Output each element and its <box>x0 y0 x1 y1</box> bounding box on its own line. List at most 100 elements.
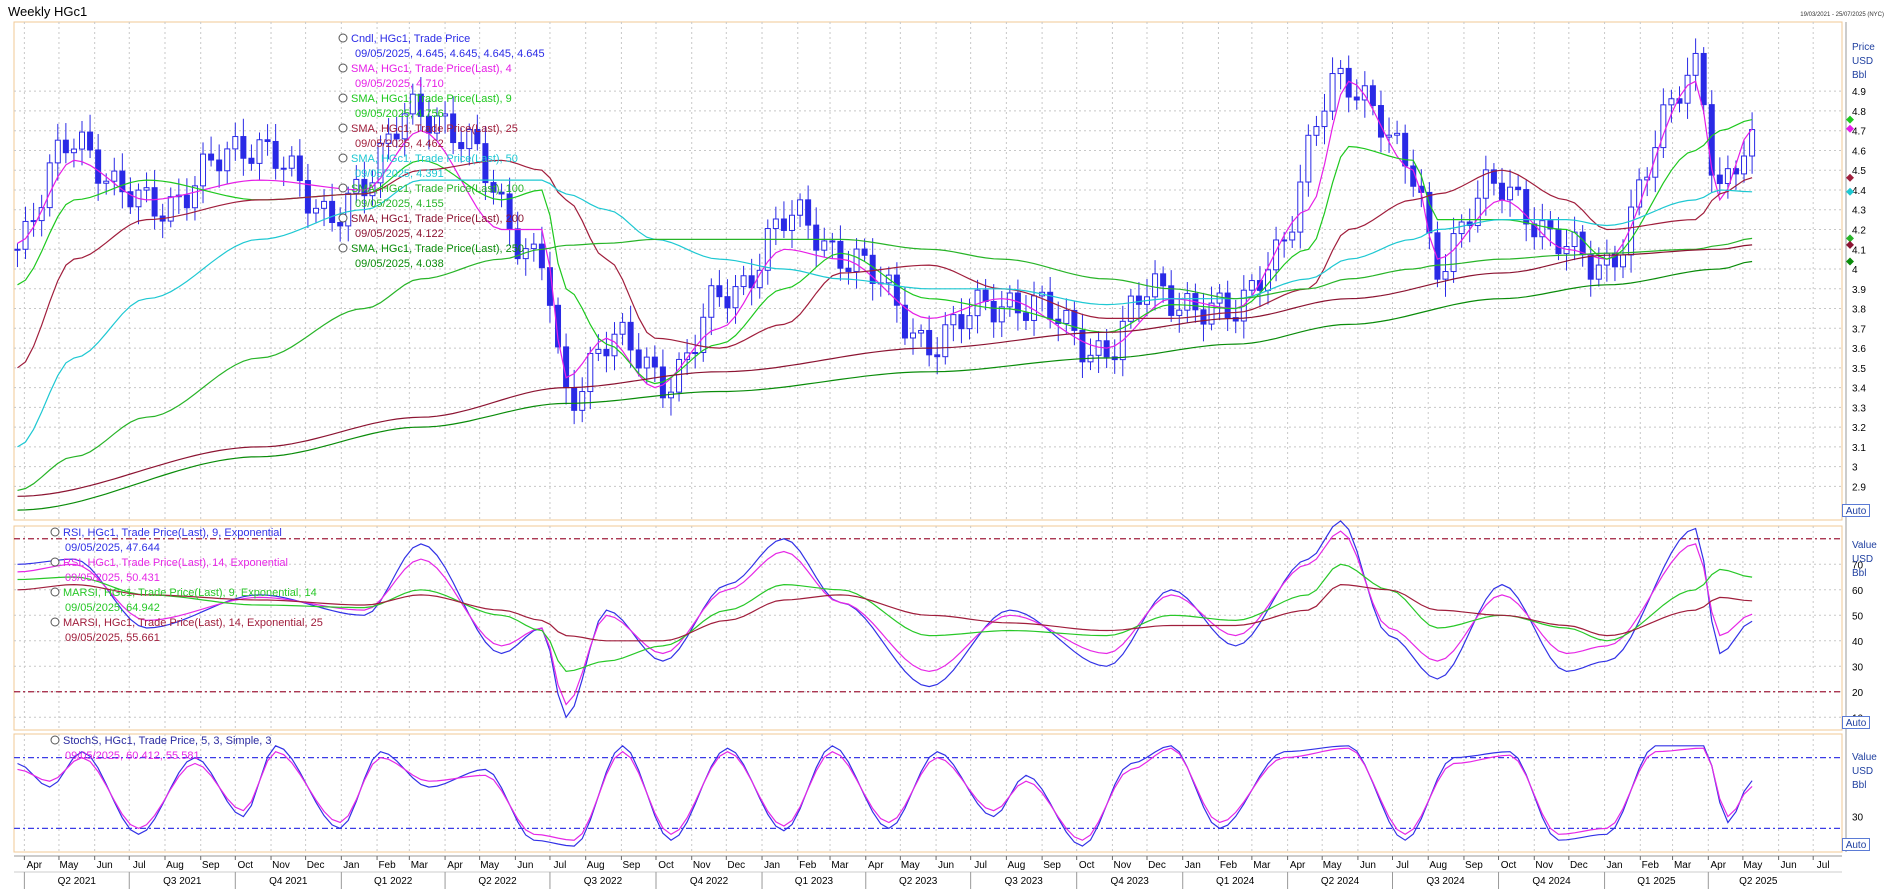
candle-body <box>329 200 336 224</box>
month-label: Mar <box>411 860 429 871</box>
month-label: Jun <box>1781 860 1797 871</box>
month-label: Jun <box>517 860 533 871</box>
month-label: Nov <box>1535 860 1553 871</box>
quarter-label: Q2 2024 <box>1321 876 1360 887</box>
candle-body <box>70 148 77 154</box>
price-tick-label: 3 <box>1852 463 1858 474</box>
price-tick-label: 4.7 <box>1852 127 1866 138</box>
candle-body <box>103 180 110 184</box>
price-tick-label: 4.6 <box>1852 146 1866 157</box>
quarter-label: Q4 2023 <box>1111 876 1150 887</box>
price-legend-label: SMA, HGc1, Trade Price(Last), 100 <box>351 183 524 195</box>
price-legend-value: 09/05/2025, 4.391 <box>355 168 444 180</box>
candle-body <box>1507 186 1514 201</box>
candle-body <box>1337 67 1344 75</box>
candle-body <box>1353 96 1360 101</box>
candle-body <box>1394 132 1401 136</box>
candle-body <box>1684 74 1691 104</box>
quarter-label: Q2 2023 <box>899 876 938 887</box>
candle-body <box>1515 186 1522 191</box>
candle-body <box>216 159 223 172</box>
candle-body <box>1579 231 1586 256</box>
candle-body <box>1692 52 1699 76</box>
candle-body <box>151 187 158 217</box>
month-label: Apr <box>27 860 43 871</box>
month-label: Jul <box>974 860 987 871</box>
candle-body <box>1587 254 1594 280</box>
rsi-auto-button[interactable]: Auto <box>1842 716 1870 729</box>
candle-body <box>1668 98 1675 106</box>
candle-body <box>788 214 795 231</box>
candle-body <box>635 349 642 369</box>
month-label: May <box>1323 860 1342 871</box>
candle-body <box>1458 221 1465 235</box>
stoch-legend-label: StochS, HGc1, Trade Price, 5, 3, Simple,… <box>63 735 271 747</box>
chart-window: Weekly HGc1 19/03/2021 - 25/07/2025 (NYC… <box>0 0 1898 889</box>
candle-body <box>1595 264 1602 280</box>
rsi-legend-value: 09/05/2025, 50.431 <box>65 572 160 584</box>
candle-body <box>1079 329 1086 363</box>
candle-body <box>643 356 650 369</box>
month-label: Aug <box>166 860 184 871</box>
candle-body <box>79 131 86 150</box>
candle-body <box>813 224 820 251</box>
price-tick-label: 4 <box>1852 265 1858 276</box>
stoch-auto-button[interactable]: Auto <box>1842 838 1870 851</box>
candle-body <box>1498 182 1505 201</box>
candle-body <box>595 348 602 354</box>
month-label: Aug <box>587 860 605 871</box>
candle-body <box>958 314 965 330</box>
candle-body <box>579 391 586 411</box>
quarter-label: Q3 2023 <box>1004 876 1043 887</box>
candle-body <box>982 289 989 303</box>
price-auto-button[interactable]: Auto <box>1842 504 1870 517</box>
price-legend-label: Cndl, HGc1, Trade Price <box>351 33 470 45</box>
month-label: Jun <box>938 860 954 871</box>
price-legend-label: SMA, HGc1, Trade Price(Last), 9 <box>351 93 512 105</box>
price-legend-label: SMA, HGc1, Trade Price(Last), 200 <box>351 213 524 225</box>
price-tick-label: 4.4 <box>1852 186 1866 197</box>
candle-body <box>312 207 319 214</box>
price-legend-label: SMA, HGc1, Trade Price(Last), 25 <box>351 123 518 135</box>
candle-body <box>538 243 545 269</box>
candle-body <box>1063 309 1070 324</box>
price-tick-label: 4.5 <box>1852 166 1866 177</box>
candle-body <box>248 157 255 164</box>
month-label: Jul <box>554 860 567 871</box>
price-tick-label: 3.2 <box>1852 423 1866 434</box>
candle-body <box>805 199 812 226</box>
candle-body <box>224 148 231 172</box>
candle-body <box>288 155 295 169</box>
candle-body <box>1700 52 1707 106</box>
candle-body <box>603 348 610 357</box>
candle-body <box>54 139 61 164</box>
candle-body <box>1716 174 1723 185</box>
month-label: Oct <box>658 860 674 871</box>
rsi-tick-label: 60 <box>1852 586 1864 597</box>
price-tick-label: 4.3 <box>1852 206 1866 217</box>
stoch-axis-title: Bbl <box>1852 780 1866 791</box>
price-legend-label: SMA, HGc1, Trade Price(Last), 50 <box>351 153 518 165</box>
rsi-tick-label: 20 <box>1852 688 1864 699</box>
chart-canvas[interactable]: 2.9 3 3.1 3.2 3.3 3.4 3.5 3.6 3.7 3.8 3.9 4 4.1 4.2 4.… <box>0 0 1898 889</box>
month-label: May <box>901 860 920 871</box>
candle-body <box>837 240 844 269</box>
candle-body <box>692 352 699 355</box>
month-label: Jun <box>97 860 113 871</box>
month-label: Apr <box>868 860 884 871</box>
candle-body <box>240 136 247 159</box>
rsi-tick-label: 30 <box>1852 662 1864 673</box>
candle-body <box>1168 285 1175 316</box>
candle-body <box>87 131 94 151</box>
candle-body <box>1620 254 1627 268</box>
candle-body <box>708 285 715 318</box>
candle-body <box>62 139 69 154</box>
price-tick-label: 3.9 <box>1852 285 1866 296</box>
rsi-tick-label: 40 <box>1852 637 1864 648</box>
price-tick-label: 4.8 <box>1852 107 1866 118</box>
candle-body <box>1103 340 1110 358</box>
candle-body <box>1386 134 1393 138</box>
month-label: Apr <box>447 860 463 871</box>
candle-body <box>530 243 537 250</box>
candle-body <box>1741 155 1748 175</box>
